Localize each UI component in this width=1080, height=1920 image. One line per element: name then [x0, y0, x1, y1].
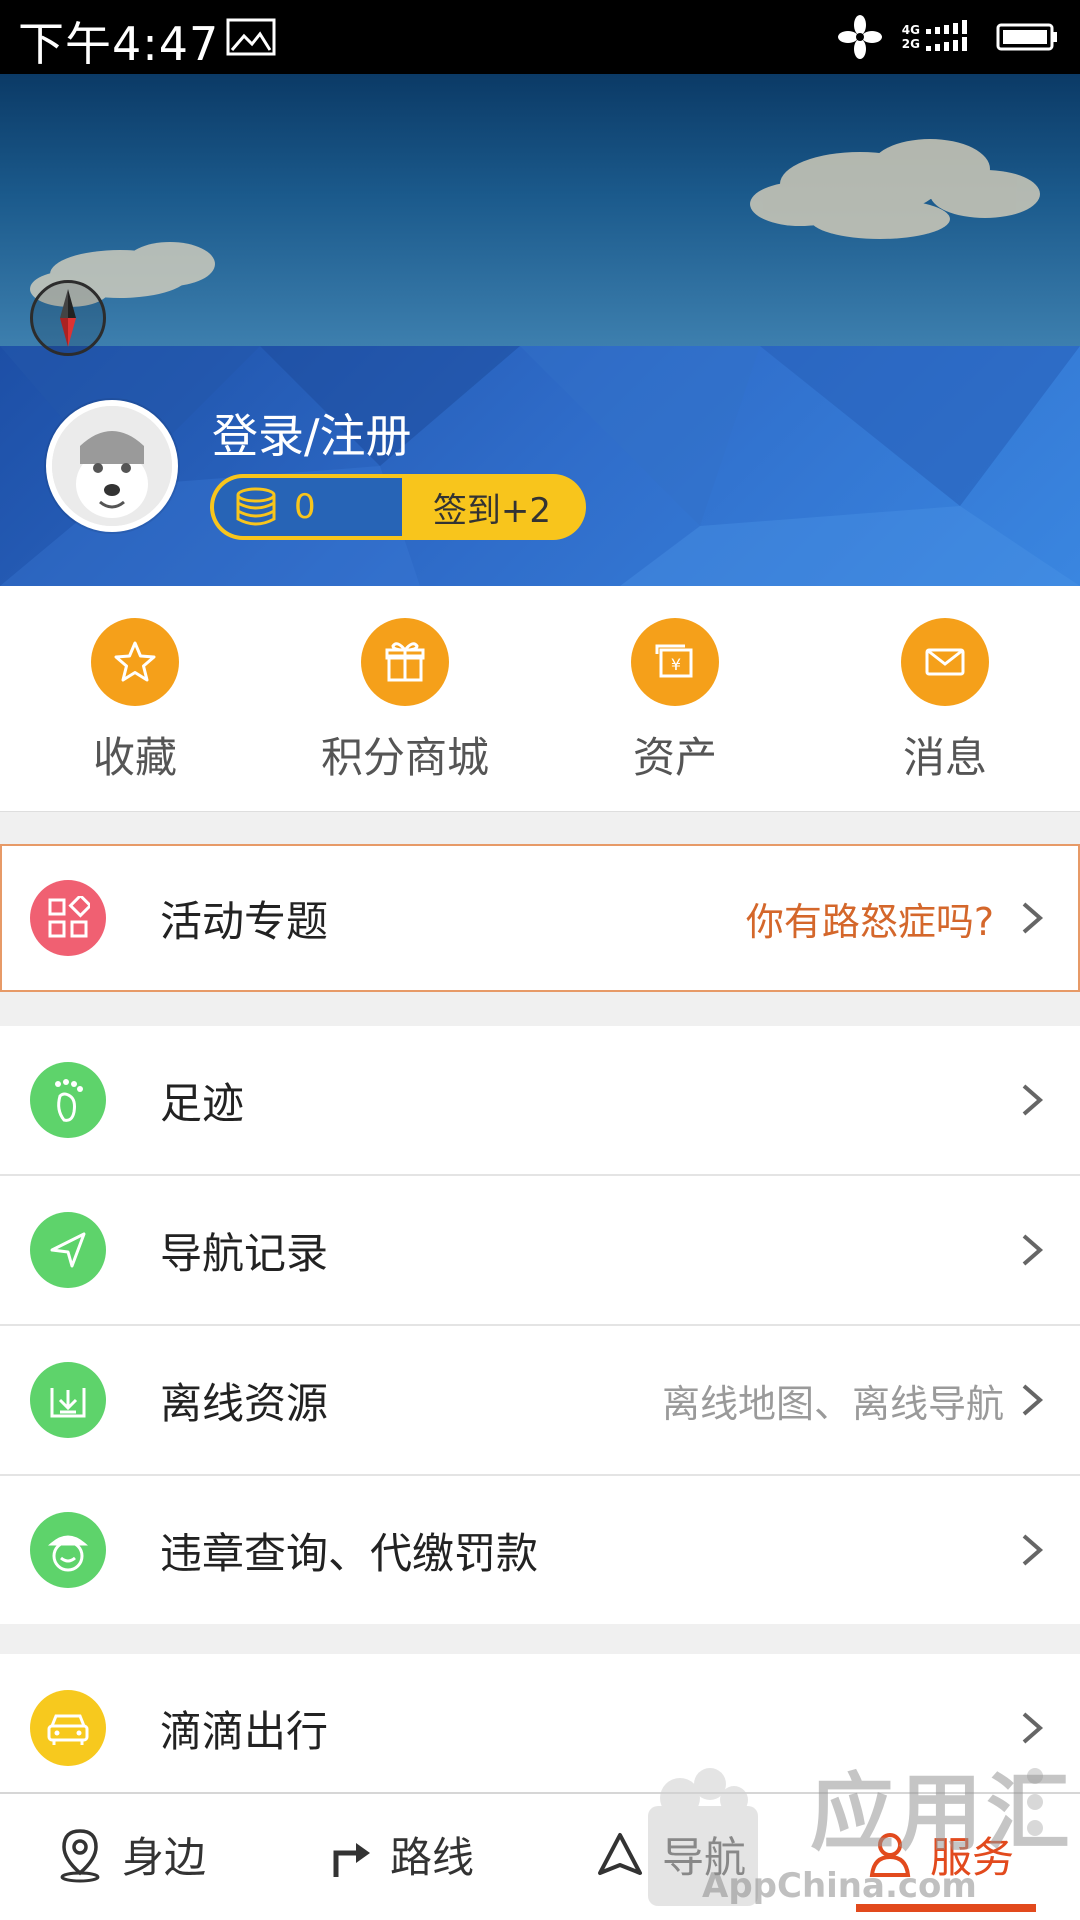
- activity-title: 活动专题: [160, 896, 329, 946]
- list-item-title: 违章查询、代缴罚款: [160, 1528, 539, 1578]
- nav-tab-route[interactable]: 路线: [326, 1824, 474, 1885]
- nav-tab-label: 导航: [662, 1833, 747, 1882]
- wallet-icon: ¥: [655, 644, 693, 678]
- list-item-offline-resources[interactable]: 离线资源 离线地图、离线导航: [0, 1326, 1080, 1474]
- paper-plane-icon: [50, 1232, 86, 1268]
- activity-subtitle: 你有路怒症吗?: [745, 899, 994, 944]
- quick-action-assets[interactable]: ¥ 资产: [555, 618, 795, 785]
- quick-action-messages[interactable]: 消息: [825, 618, 1065, 785]
- list-item-traffic-violations[interactable]: 违章查询、代缴罚款: [0, 1476, 1080, 1624]
- bottom-navigation: 身边 路线 导航 服务: [0, 1792, 1080, 1920]
- activity-icon-wrap: [30, 880, 106, 956]
- nav-tab-label: 身边: [122, 1833, 207, 1882]
- svg-text:¥: ¥: [671, 655, 681, 674]
- car-icon: [47, 1714, 89, 1745]
- compass-button[interactable]: [30, 280, 106, 356]
- nav-tab-label: 路线: [390, 1833, 475, 1882]
- chevron-right-icon: [1022, 1234, 1044, 1266]
- signal-indicator: 4G 2G: [902, 20, 976, 54]
- header-sky-background: [0, 74, 1080, 346]
- chevron-right-icon: [1022, 1534, 1044, 1566]
- network-4g-label: 4G: [901, 23, 920, 37]
- grid-apps-icon: [48, 896, 90, 938]
- list-item-title: 离线资源: [160, 1378, 329, 1428]
- envelope-icon: [925, 648, 965, 676]
- points-count: 0: [294, 487, 316, 527]
- status-time: 下午4:47: [18, 17, 220, 71]
- login-register-link[interactable]: 登录/注册: [212, 400, 412, 466]
- list-item-title: 滴滴出行: [160, 1706, 329, 1756]
- points-balance[interactable]: 0: [214, 478, 402, 536]
- footprint-icon-wrap: [30, 1062, 106, 1138]
- footprint-icon: [55, 1079, 83, 1122]
- quick-actions-bar: 收藏 积分商城 ¥ 资产 消息: [0, 586, 1080, 812]
- user-service-icon: [869, 1832, 911, 1877]
- didi-icon-wrap: [30, 1690, 106, 1766]
- nav-tab-label: 服务: [930, 1833, 1015, 1882]
- quick-action-label: 消息: [902, 733, 987, 782]
- nav-tab-navigate[interactable]: 导航: [594, 1824, 746, 1885]
- quick-action-points-mall[interactable]: 积分商城: [285, 618, 525, 785]
- chevron-right-icon: [1022, 1712, 1044, 1744]
- chevron-right-icon: [1022, 1084, 1044, 1116]
- signal-bars-icon: [926, 20, 967, 51]
- list-item-didi[interactable]: 滴滴出行: [0, 1654, 1080, 1802]
- compass-icon: [60, 289, 76, 347]
- quick-action-label: 资产: [632, 733, 717, 782]
- coins-icon: [236, 487, 276, 526]
- star-icon: [114, 641, 156, 682]
- points-sign-in-pill: 0 签到+2: [210, 474, 586, 540]
- gift-icon: [385, 642, 425, 682]
- sign-in-button[interactable]: 签到+2: [402, 483, 582, 532]
- clouds-decoration: [30, 139, 1040, 307]
- quick-action-label: 积分商城: [320, 733, 489, 782]
- status-bar: 下午4:47 4G 2G: [0, 0, 1080, 74]
- network-2g-label: 2G: [901, 37, 920, 51]
- activity-topics-row[interactable]: 活动专题 你有路怒症吗?: [0, 844, 1080, 992]
- list-item-title: 导航记录: [160, 1228, 329, 1278]
- battery-icon: [996, 23, 1057, 51]
- quick-action-label: 收藏: [92, 733, 177, 782]
- chevron-right-icon: [1022, 1384, 1044, 1416]
- traffic-police-icon: [48, 1535, 88, 1572]
- violation-icon-wrap: [30, 1512, 106, 1588]
- avatar[interactable]: [46, 400, 178, 532]
- navigate-triangle-icon: [598, 1832, 642, 1875]
- offline-icon-wrap: [30, 1362, 106, 1438]
- list-item-subtitle: 离线地图、离线导航: [661, 1381, 1004, 1426]
- flower-status-icon: [837, 15, 882, 59]
- list-item-navigation-history[interactable]: 导航记录: [0, 1176, 1080, 1324]
- list-item-footprints[interactable]: 足迹: [0, 1026, 1080, 1174]
- active-tab-indicator: [856, 1904, 1036, 1912]
- nav-tab-nearby[interactable]: 身边: [54, 1824, 206, 1885]
- image-notification-icon: [226, 18, 276, 56]
- list-item-title: 足迹: [160, 1078, 245, 1128]
- nav-tab-services[interactable]: 服务: [866, 1824, 1014, 1885]
- nav-history-icon-wrap: [30, 1212, 106, 1288]
- download-box-icon: [50, 1388, 86, 1418]
- quick-action-favorites[interactable]: 收藏: [15, 618, 255, 785]
- default-avatar-icon: [52, 406, 172, 526]
- chevron-right-icon: [1022, 902, 1044, 934]
- location-pin-icon: [60, 1828, 100, 1882]
- route-arrow-icon: [333, 1842, 370, 1877]
